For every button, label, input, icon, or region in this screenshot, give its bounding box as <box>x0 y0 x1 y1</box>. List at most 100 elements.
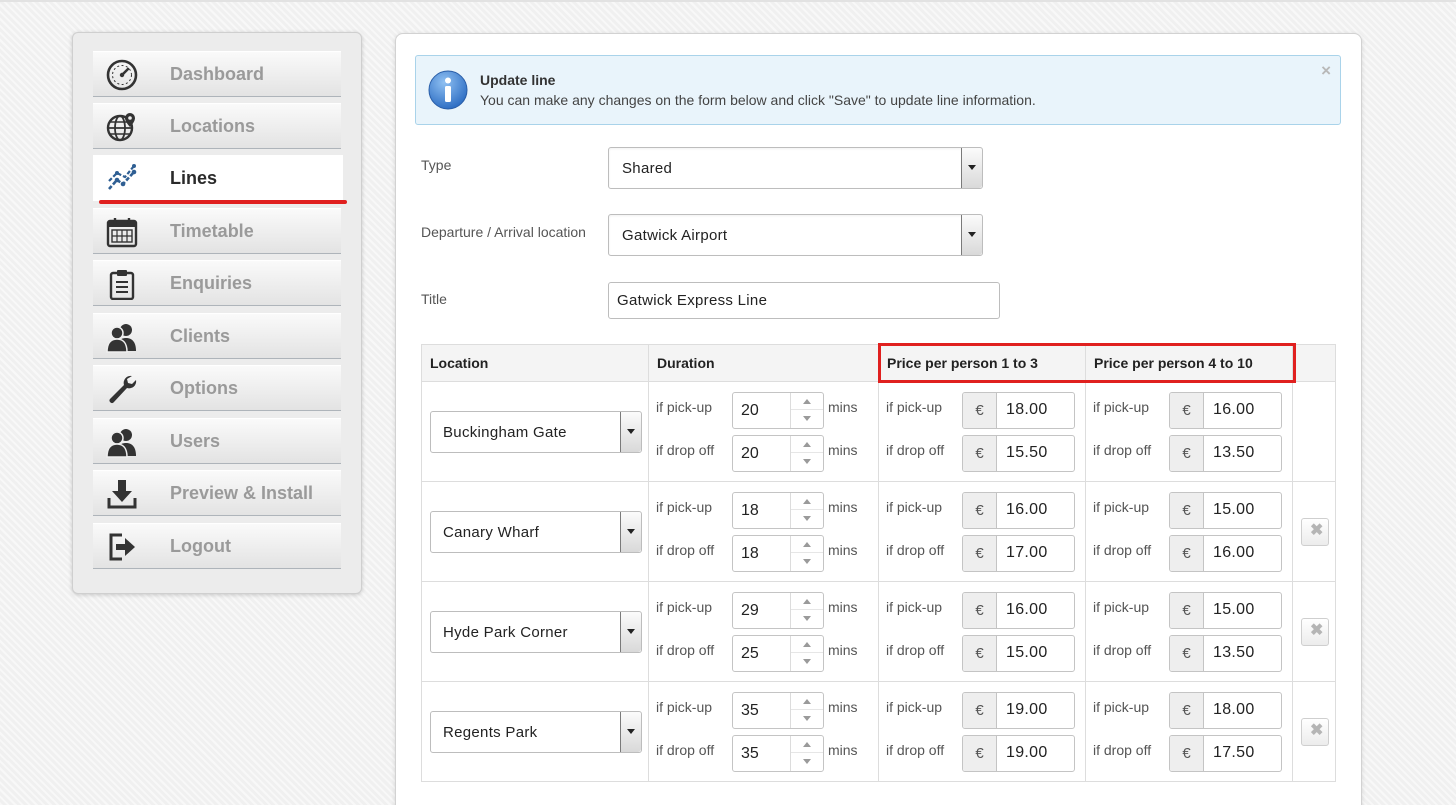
stepper-buttons <box>790 693 823 728</box>
sidebar-item-logout[interactable]: Logout <box>93 523 341 569</box>
stepper-buttons <box>790 393 823 428</box>
dropoff-mins-stepper[interactable]: 25 <box>732 635 824 672</box>
sidebar-item-label: Preview & Install <box>170 482 314 503</box>
euro-icon: € <box>1170 393 1204 428</box>
price-input[interactable]: € 16.00 <box>1169 535 1282 572</box>
stepper-down-icon[interactable] <box>791 453 823 470</box>
euro-icon: € <box>963 393 997 428</box>
close-icon[interactable]: × <box>1321 62 1331 79</box>
row-location-select[interactable]: Hyde Park Corner <box>430 611 642 653</box>
stepper-up-icon[interactable] <box>791 393 823 410</box>
dropoff-mins-stepper[interactable]: 35 <box>732 735 824 772</box>
price-input[interactable]: € 15.00 <box>962 635 1075 672</box>
title-input[interactable] <box>608 282 1000 319</box>
dropoff-mins-stepper[interactable]: 18 <box>732 535 824 572</box>
sidebar-item-dashboard[interactable]: Dashboard <box>93 51 341 97</box>
stepper-down-icon[interactable] <box>791 753 823 770</box>
dropoff-mins-stepper[interactable]: 20 <box>732 435 824 472</box>
pickup-label: if pick-up <box>886 399 943 415</box>
main-panel: Update line You can make any changes on … <box>395 33 1362 805</box>
delete-row-button[interactable]: ✖ <box>1301 718 1329 746</box>
stepper-down-icon[interactable] <box>791 653 823 670</box>
dropoff-label: if drop off <box>886 442 945 458</box>
chevron-down-icon[interactable] <box>961 148 982 188</box>
stepper-up-icon[interactable] <box>791 436 823 453</box>
dropoff-duration-row: if drop off 18 mins <box>656 535 858 573</box>
stepper-down-icon[interactable] <box>791 410 823 427</box>
stepper-down-icon[interactable] <box>791 710 823 727</box>
location-select[interactable]: Gatwick Airport <box>608 214 983 256</box>
chevron-down-icon[interactable] <box>620 612 641 652</box>
stepper-up-icon[interactable] <box>791 593 823 610</box>
sidebar-item-locations[interactable]: Locations <box>93 103 341 149</box>
active-indicator <box>99 200 347 204</box>
price-1-3-cell: if pick-up € 19.00 if drop off € 19.00 <box>878 681 1086 782</box>
price-value: 16.00 <box>1213 401 1255 418</box>
type-select[interactable]: Shared <box>608 147 983 189</box>
dropoff-price-row: if drop off € 13.50 <box>1093 635 1293 673</box>
sidebar-item-lines[interactable]: Lines <box>93 155 343 201</box>
sidebar-item-preview-install[interactable]: Preview & Install <box>93 470 341 516</box>
lines-table: Location Duration Price per person 1 to … <box>421 344 1336 782</box>
delete-row-button[interactable]: ✖ <box>1301 618 1329 646</box>
price-input[interactable]: € 15.00 <box>1169 492 1282 529</box>
stepper-up-icon[interactable] <box>791 693 823 710</box>
price-input[interactable]: € 18.00 <box>1169 692 1282 729</box>
sidebar-item-timetable[interactable]: Timetable <box>93 208 341 254</box>
dropoff-mins-value: 20 <box>741 445 759 462</box>
price-input[interactable]: € 16.00 <box>962 492 1075 529</box>
stepper-up-icon[interactable] <box>791 536 823 553</box>
price-input[interactable]: € 13.50 <box>1169 635 1282 672</box>
pickup-duration-row: if pick-up 18 mins <box>656 492 858 530</box>
sidebar-item-label: Clients <box>170 325 231 346</box>
stepper-up-icon[interactable] <box>791 736 823 753</box>
euro-icon: € <box>1170 693 1204 728</box>
price-input[interactable]: € 19.00 <box>962 692 1075 729</box>
euro-icon: € <box>963 693 997 728</box>
price-input[interactable]: € 15.00 <box>1169 592 1282 629</box>
table-header-row: Location Duration Price per person 1 to … <box>421 344 1336 382</box>
price-input[interactable]: € 16.00 <box>962 592 1075 629</box>
download-icon <box>107 480 137 509</box>
price-input[interactable]: € 15.50 <box>962 435 1075 472</box>
stepper-down-icon[interactable] <box>791 610 823 627</box>
sidebar-item-users[interactable]: Users <box>93 418 341 464</box>
stepper-down-icon[interactable] <box>791 553 823 570</box>
pickup-mins-stepper[interactable]: 35 <box>732 692 824 729</box>
price-input[interactable]: € 13.50 <box>1169 435 1282 472</box>
price-input[interactable]: € 16.00 <box>1169 392 1282 429</box>
mins-unit: mins <box>828 499 858 515</box>
price-input[interactable]: € 18.00 <box>962 392 1075 429</box>
table-row: Buckingham Gate if pick-up 20 mins if dr… <box>421 381 1336 482</box>
pickup-price-row: if pick-up € 18.00 <box>1093 692 1293 730</box>
sidebar-item-label: Locations <box>170 115 256 136</box>
row-location-select[interactable]: Regents Park <box>430 711 642 753</box>
actions-cell: ✖ <box>1292 481 1336 582</box>
stepper-up-icon[interactable] <box>791 493 823 510</box>
row-location-select[interactable]: Canary Wharf <box>430 511 642 553</box>
sidebar-item-options[interactable]: Options <box>93 365 341 411</box>
price-input[interactable]: € 17.00 <box>962 535 1075 572</box>
row-location-value: Hyde Park Corner <box>443 624 568 641</box>
stepper-down-icon[interactable] <box>791 510 823 527</box>
stepper-up-icon[interactable] <box>791 636 823 653</box>
chevron-down-icon[interactable] <box>620 712 641 752</box>
pickup-label: if pick-up <box>656 699 713 715</box>
pickup-mins-stepper[interactable]: 29 <box>732 592 824 629</box>
chevron-down-icon[interactable] <box>620 512 641 552</box>
sidebar-item-clients[interactable]: Clients <box>93 313 341 359</box>
sidebar-item-enquiries[interactable]: Enquiries <box>93 260 341 306</box>
delete-row-button[interactable]: ✖ <box>1301 518 1329 546</box>
price-input[interactable]: € 19.00 <box>962 735 1075 772</box>
pickup-mins-stepper[interactable]: 20 <box>732 392 824 429</box>
chevron-down-icon[interactable] <box>620 412 641 452</box>
pickup-mins-stepper[interactable]: 18 <box>732 492 824 529</box>
price-input[interactable]: € 17.50 <box>1169 735 1282 772</box>
dropoff-price-row: if drop off € 15.50 <box>886 435 1086 473</box>
price-value: 17.00 <box>1006 544 1048 561</box>
row-location-select[interactable]: Buckingham Gate <box>430 411 642 453</box>
speedometer-icon <box>106 59 138 91</box>
dropoff-price-row: if drop off € 17.00 <box>886 535 1086 573</box>
chevron-down-icon[interactable] <box>961 215 982 255</box>
dropoff-label: if drop off <box>886 542 945 558</box>
